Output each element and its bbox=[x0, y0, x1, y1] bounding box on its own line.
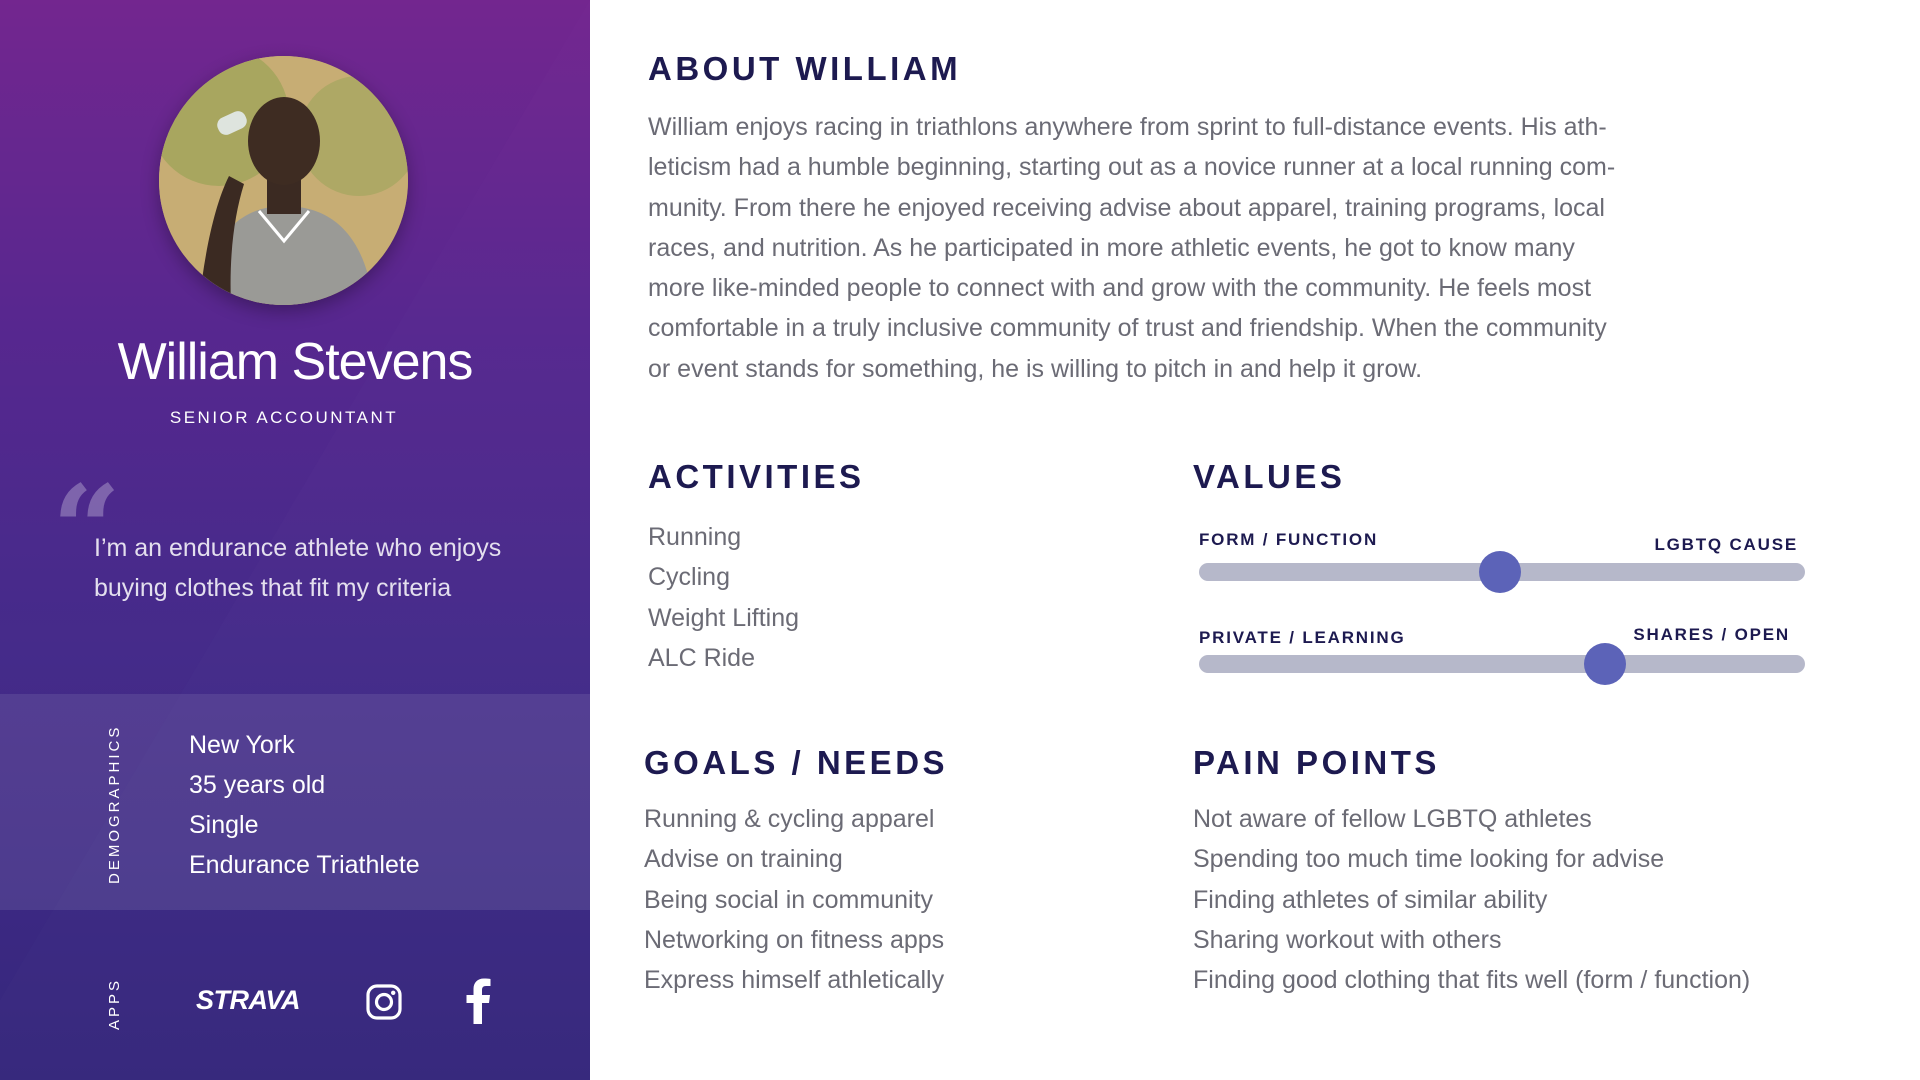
goals-heading: GOALS / NEEDS bbox=[644, 744, 949, 781]
demographic-item: Endurance Triathlete bbox=[189, 851, 420, 879]
slider-left-label: FORM / FUNCTION bbox=[1199, 530, 1379, 549]
slider-left-label: PRIVATE / LEARNING bbox=[1199, 628, 1406, 647]
slider-knob[interactable] bbox=[1584, 643, 1627, 685]
pain-point-item: Finding good clothing that fits well (fo… bbox=[1193, 966, 1751, 995]
instagram-icon[interactable] bbox=[366, 984, 402, 1020]
goal-item: Express himself athletically bbox=[644, 966, 945, 995]
demographic-item: Single bbox=[189, 811, 259, 839]
pain-point-item: Sharing workout with others bbox=[1193, 925, 1502, 954]
slider-knob[interactable] bbox=[1479, 551, 1522, 593]
goal-item: Running & cycling apparel bbox=[644, 805, 935, 833]
value-slider-form-function[interactable] bbox=[1199, 551, 1805, 593]
avatar bbox=[159, 56, 408, 305]
values-heading: VALUES bbox=[1193, 458, 1346, 495]
about-line: leticism had a humble beginning, startin… bbox=[648, 153, 1616, 182]
pain-point-item: Not aware of fellow LGBTQ athletes bbox=[1193, 805, 1592, 833]
activities-list: Running Cycling Weight Lifting ALC Ride bbox=[648, 517, 799, 678]
goal-item: Networking on fitness apps bbox=[644, 925, 945, 954]
goal-item: Being social in community bbox=[644, 885, 934, 914]
demographic-item: New York bbox=[189, 731, 295, 759]
demographics-label: DEMOGRAPHICS bbox=[106, 724, 123, 884]
athlete-photo bbox=[159, 56, 408, 305]
about-line: or event stands for something, he is wil… bbox=[648, 354, 1423, 383]
apps-label: APPS bbox=[106, 977, 123, 1030]
persona-quote: I’m an endurance athlete who enjoys buyi… bbox=[94, 534, 502, 602]
strava-logo[interactable]: STRAVA bbox=[196, 985, 301, 1016]
slider-right-label: SHARES / OPEN bbox=[1633, 625, 1790, 644]
activity-item: Running bbox=[648, 523, 742, 551]
about-line: more like-minded people to connect with … bbox=[648, 274, 1592, 303]
about-line: William enjoys racing in triathlons anyw… bbox=[648, 113, 1607, 141]
demographic-item: 35 years old bbox=[189, 771, 326, 799]
pain-points-heading: PAIN POINTS bbox=[1193, 744, 1440, 781]
person-name: William Stevens bbox=[117, 333, 474, 391]
profile-sidebar: William Stevens SENIOR ACCOUNTANT “ I’m … bbox=[0, 0, 590, 1080]
activity-item: Cycling bbox=[648, 563, 730, 592]
activity-item: ALC Ride bbox=[648, 643, 755, 672]
about-heading: ABOUT WILLIAM bbox=[648, 50, 962, 87]
pain-point-item: Spending too much time looking for advis… bbox=[1193, 845, 1665, 874]
slider-right-label: LGBTQ CAUSE bbox=[1654, 535, 1798, 554]
pain-point-item: Finding athletes of similar ability bbox=[1193, 885, 1548, 914]
about-line: munity. From there he enjoyed receiving … bbox=[648, 193, 1605, 222]
facebook-icon[interactable] bbox=[464, 978, 492, 1024]
about-paragraph: William enjoys racing in triathlons anyw… bbox=[648, 107, 1668, 389]
activities-heading: ACTIVITIES bbox=[648, 458, 865, 495]
activity-item: Weight Lifting bbox=[648, 603, 800, 632]
value-slider-private-learning[interactable] bbox=[1199, 643, 1805, 685]
pain-points-list: Not aware of fellow LGBTQ athletes Spend… bbox=[1193, 799, 1750, 1000]
about-line: races, and nutrition. As he participated… bbox=[648, 233, 1575, 262]
goals-list: Running & cycling apparel Advise on trai… bbox=[644, 799, 944, 1000]
goal-item: Advise on training bbox=[644, 845, 843, 874]
demographics-list: New York 35 years old Single Endurance T… bbox=[189, 725, 420, 885]
person-role: SENIOR ACCOUNTANT bbox=[169, 408, 399, 427]
about-line: comfortable in a truly inclusive communi… bbox=[648, 314, 1607, 343]
